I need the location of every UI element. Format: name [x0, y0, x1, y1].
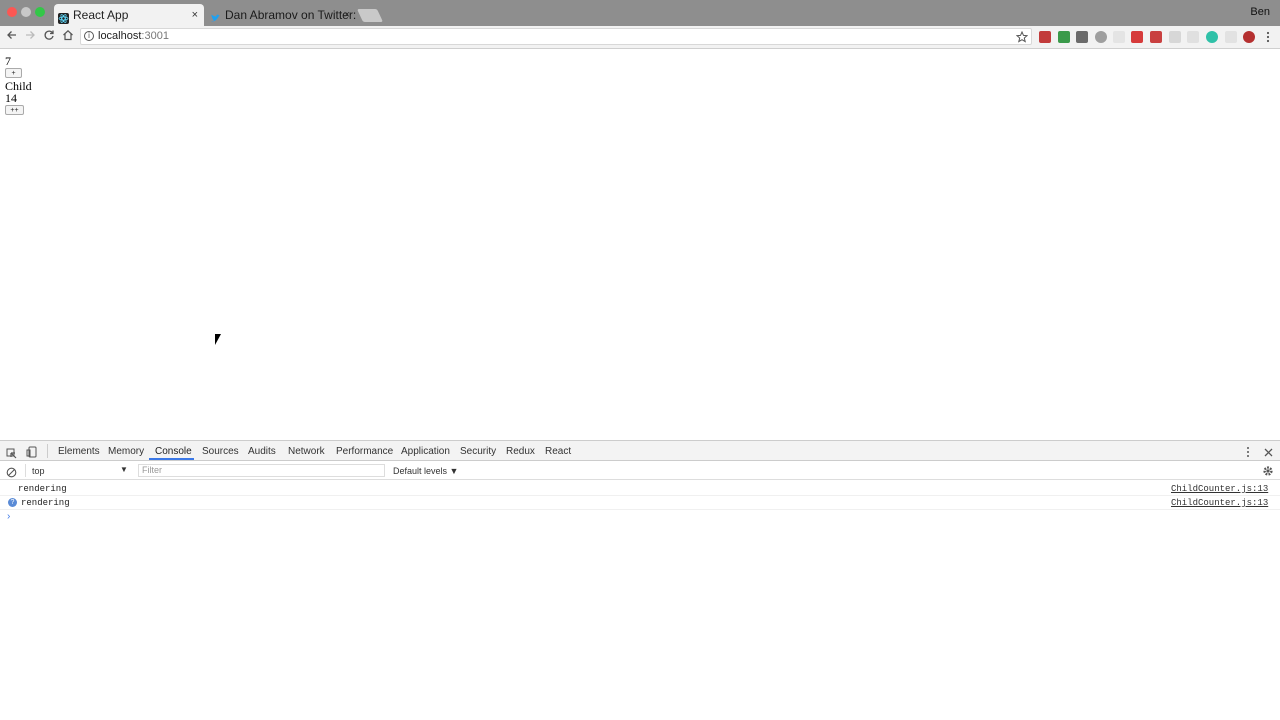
extension-9-icon[interactable]	[1187, 31, 1199, 43]
tab-sources[interactable]: Sources	[202, 446, 239, 457]
extension-5-icon[interactable]	[1113, 31, 1125, 43]
child-counter-value: 14	[5, 91, 17, 105]
toolbar-divider	[47, 444, 48, 458]
chevron-down-icon[interactable]: ▼	[120, 465, 128, 474]
tab-console[interactable]: Console	[155, 446, 192, 457]
console-prompt-icon[interactable]: ›	[7, 511, 10, 522]
devtools-menu-icon[interactable]	[1245, 445, 1251, 463]
url-host: localhost	[98, 30, 142, 42]
extension-10-icon[interactable]	[1206, 31, 1218, 43]
tab-security[interactable]: Security	[460, 446, 496, 457]
home-icon[interactable]	[62, 29, 74, 44]
tab-label: React App	[73, 8, 129, 22]
minimize-window-button[interactable]	[21, 7, 31, 17]
filter-input[interactable]: Filter	[138, 464, 385, 477]
active-tab-indicator	[149, 458, 194, 460]
console-settings-gear-icon[interactable]	[1262, 464, 1274, 482]
tab-network[interactable]: Network	[288, 446, 325, 457]
child-increment-button[interactable]: ++	[5, 105, 24, 115]
extension-3-icon[interactable]	[1076, 31, 1088, 43]
log-message: rendering	[18, 484, 67, 494]
console-log-row: ? rendering ChildCounter.js:13	[0, 496, 1280, 510]
browser-menu-icon[interactable]	[1265, 30, 1271, 48]
tab-memory[interactable]: Memory	[108, 446, 144, 457]
close-devtools-icon[interactable]	[1263, 445, 1274, 463]
context-select[interactable]: top	[32, 466, 45, 476]
tab-elements[interactable]: Elements	[58, 446, 100, 457]
parent-counter-value: 7	[5, 54, 11, 68]
log-message: rendering	[21, 498, 70, 508]
twitter-favicon-icon	[210, 9, 221, 22]
extension-1-icon[interactable]	[1039, 31, 1051, 43]
close-window-button[interactable]	[7, 7, 17, 17]
tab-close-icon[interactable]: ×	[192, 4, 198, 26]
clear-console-icon[interactable]	[6, 465, 17, 483]
reload-icon[interactable]	[43, 29, 55, 44]
url-port: :3001	[141, 30, 169, 42]
info-question-icon: ?	[8, 498, 17, 507]
profile-name[interactable]: Ben	[1250, 6, 1270, 18]
log-source-link[interactable]: ChildCounter.js:13	[1171, 484, 1268, 494]
toolbar-divider	[25, 464, 26, 477]
react-favicon-icon	[58, 9, 69, 24]
mouse-cursor-icon	[215, 334, 221, 345]
console-log-row: rendering ChildCounter.js:13	[0, 482, 1280, 496]
tab-application[interactable]: Application	[401, 446, 450, 457]
extension-8-icon[interactable]	[1169, 31, 1181, 43]
log-levels-dropdown[interactable]: Default levels ▼	[393, 466, 458, 476]
bookmark-star-icon[interactable]	[1015, 30, 1029, 48]
tab-audits[interactable]: Audits	[248, 446, 276, 457]
site-info-icon[interactable]: i	[84, 31, 94, 41]
maximize-window-button[interactable]	[35, 7, 45, 17]
extension-6-icon[interactable]	[1131, 31, 1143, 43]
extension-12-icon[interactable]	[1243, 31, 1255, 43]
extension-2-icon[interactable]	[1058, 31, 1070, 43]
tab-redux[interactable]: Redux	[506, 446, 535, 457]
url-text: localhost:3001	[98, 30, 169, 42]
log-source-link[interactable]: ChildCounter.js:13	[1171, 498, 1268, 508]
back-arrow-icon[interactable]	[6, 29, 18, 44]
forward-arrow-icon[interactable]	[24, 29, 36, 44]
extension-7-icon[interactable]	[1150, 31, 1162, 43]
tab-twitter[interactable]: Dan Abramov on Twitter: "Do ×	[206, 4, 356, 26]
tab-close-icon[interactable]: ×	[344, 4, 350, 26]
tab-react-app[interactable]: React App ×	[54, 4, 204, 26]
device-toolbar-icon[interactable]	[26, 445, 37, 463]
extension-4-icon[interactable]	[1095, 31, 1107, 43]
parent-increment-button[interactable]: +	[5, 68, 22, 78]
tab-react[interactable]: React	[545, 446, 571, 457]
address-bar[interactable]	[80, 28, 1032, 45]
extension-11-icon[interactable]	[1225, 31, 1237, 43]
tab-performance[interactable]: Performance	[336, 446, 393, 457]
tab-label: Dan Abramov on Twitter: "Do	[225, 8, 356, 22]
